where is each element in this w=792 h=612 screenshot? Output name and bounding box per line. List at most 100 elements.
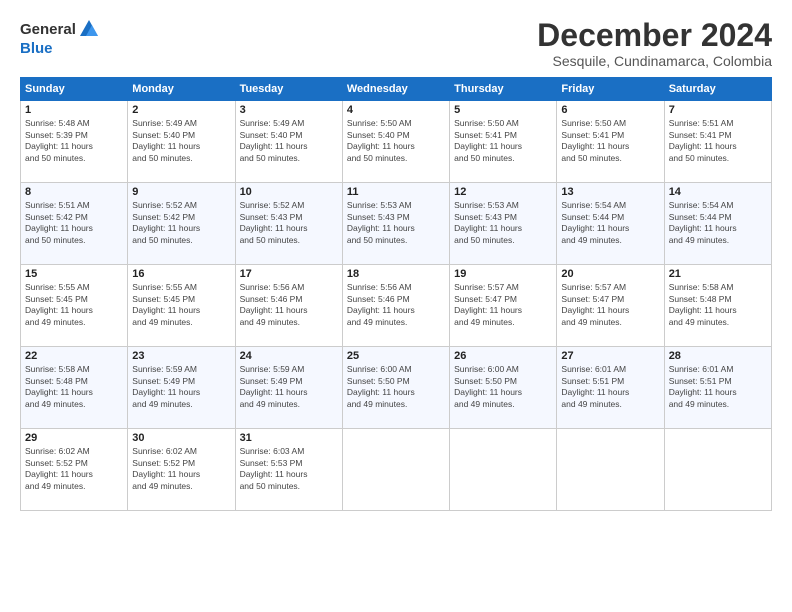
day-number: 17 [240,268,338,280]
day-info: Sunrise: 5:54 AM Sunset: 5:44 PM Dayligh… [561,200,659,246]
day-number: 9 [132,186,230,198]
calendar-cell: 23Sunrise: 5:59 AM Sunset: 5:49 PM Dayli… [128,347,235,429]
calendar-cell: 5 Sunrise: 5:50 AM Sunset: 5:41 PM Daylig… [450,101,557,183]
day-number: 26 [454,350,552,362]
day-info: Sunrise: 5:58 AM Sunset: 5:48 PM Dayligh… [25,364,123,410]
main-title: December 2024 [537,18,772,53]
day-info: Sunrise: 5:59 AM Sunset: 5:49 PM Dayligh… [240,364,338,410]
week-row-1: 1 Sunrise: 5:48 AM Sunset: 5:39 PM Daylig… [21,101,772,183]
day-info: Sunrise: 5:57 AM Sunset: 5:47 PM Dayligh… [561,282,659,328]
day-info: Sunrise: 5:49 AM Sunset: 5:40 PM Dayligh… [132,118,230,164]
calendar-cell [450,429,557,511]
day-info: Sunrise: 5:57 AM Sunset: 5:47 PM Dayligh… [454,282,552,328]
col-header-tuesday: Tuesday [235,78,342,101]
week-row-3: 15Sunrise: 5:55 AM Sunset: 5:45 PM Dayli… [21,265,772,347]
calendar-cell: 8 Sunrise: 5:51 AM Sunset: 5:42 PM Daylig… [21,183,128,265]
day-info: Sunrise: 5:50 AM Sunset: 5:41 PM Dayligh… [454,118,552,164]
day-info: Sunrise: 6:02 AM Sunset: 5:52 PM Dayligh… [132,446,230,492]
day-info: Sunrise: 5:55 AM Sunset: 5:45 PM Dayligh… [25,282,123,328]
day-number: 16 [132,268,230,280]
calendar-cell [557,429,664,511]
calendar-cell: 11Sunrise: 5:53 AM Sunset: 5:43 PM Dayli… [342,183,449,265]
calendar-cell: 4Sunrise: 5:50 AM Sunset: 5:40 PM Daylig… [342,101,449,183]
calendar-cell: 21 Sunrise: 5:58 AM Sunset: 5:48 PM Dayli… [664,265,771,347]
day-number: 2 [132,104,230,116]
calendar-cell: 20 Sunrise: 5:57 AM Sunset: 5:47 PM Dayli… [557,265,664,347]
calendar-cell: 27 Sunrise: 6:01 AM Sunset: 5:51 PM Dayli… [557,347,664,429]
calendar-cell: 9 Sunrise: 5:52 AM Sunset: 5:42 PM Daylig… [128,183,235,265]
day-info: Sunrise: 5:51 AM Sunset: 5:41 PM Dayligh… [669,118,767,164]
day-info: Sunrise: 5:55 AM Sunset: 5:45 PM Dayligh… [132,282,230,328]
day-number: 28 [669,350,767,362]
header: General Blue December 2024 Sesquile, Cun… [20,18,772,69]
day-info: Sunrise: 6:01 AM Sunset: 5:51 PM Dayligh… [669,364,767,410]
calendar-cell [342,429,449,511]
calendar-cell: 30 Sunrise: 6:02 AM Sunset: 5:52 PM Dayli… [128,429,235,511]
day-info: Sunrise: 5:58 AM Sunset: 5:48 PM Dayligh… [669,282,767,328]
day-info: Sunrise: 5:51 AM Sunset: 5:42 PM Dayligh… [25,200,123,246]
day-number: 20 [561,268,659,280]
day-number: 10 [240,186,338,198]
col-header-friday: Friday [557,78,664,101]
day-number: 7 [669,104,767,116]
logo-general-text: General [20,21,76,38]
logo-blue-text: Blue [20,40,53,57]
day-number: 18 [347,268,445,280]
day-info: Sunrise: 5:49 AM Sunset: 5:40 PM Dayligh… [240,118,338,164]
day-info: Sunrise: 6:03 AM Sunset: 5:53 PM Dayligh… [240,446,338,492]
logo-icon [78,18,100,40]
calendar-cell: 26 Sunrise: 6:00 AM Sunset: 5:50 PM Dayli… [450,347,557,429]
calendar-cell: 15Sunrise: 5:55 AM Sunset: 5:45 PM Dayli… [21,265,128,347]
calendar-cell: 17 Sunrise: 5:56 AM Sunset: 5:46 PM Dayli… [235,265,342,347]
day-number: 6 [561,104,659,116]
day-info: Sunrise: 6:00 AM Sunset: 5:50 PM Dayligh… [347,364,445,410]
day-number: 29 [25,432,123,444]
col-header-monday: Monday [128,78,235,101]
calendar-cell: 1 Sunrise: 5:48 AM Sunset: 5:39 PM Daylig… [21,101,128,183]
calendar-cell: 25 Sunrise: 6:00 AM Sunset: 5:50 PM Dayli… [342,347,449,429]
day-info: Sunrise: 5:50 AM Sunset: 5:40 PM Dayligh… [347,118,445,164]
calendar-table: SundayMondayTuesdayWednesdayThursdayFrid… [20,77,772,511]
day-number: 11 [347,186,445,198]
calendar-cell: 28 Sunrise: 6:01 AM Sunset: 5:51 PM Dayli… [664,347,771,429]
header-row: SundayMondayTuesdayWednesdayThursdayFrid… [21,78,772,101]
calendar-cell: 7 Sunrise: 5:51 AM Sunset: 5:41 PM Daylig… [664,101,771,183]
calendar-cell: 29 Sunrise: 6:02 AM Sunset: 5:52 PM Dayli… [21,429,128,511]
day-number: 27 [561,350,659,362]
subtitle: Sesquile, Cundinamarca, Colombia [537,53,772,69]
calendar-cell: 12Sunrise: 5:53 AM Sunset: 5:43 PM Dayli… [450,183,557,265]
day-number: 5 [454,104,552,116]
col-header-saturday: Saturday [664,78,771,101]
day-number: 1 [25,104,123,116]
calendar-cell: 22 Sunrise: 5:58 AM Sunset: 5:48 PM Dayli… [21,347,128,429]
day-number: 23 [132,350,230,362]
page: General Blue December 2024 Sesquile, Cun… [0,0,792,612]
day-info: Sunrise: 6:02 AM Sunset: 5:52 PM Dayligh… [25,446,123,492]
calendar-cell: 2 Sunrise: 5:49 AM Sunset: 5:40 PM Daylig… [128,101,235,183]
day-number: 30 [132,432,230,444]
day-number: 22 [25,350,123,362]
calendar-cell: 24Sunrise: 5:59 AM Sunset: 5:49 PM Dayli… [235,347,342,429]
day-number: 25 [347,350,445,362]
day-info: Sunrise: 6:01 AM Sunset: 5:51 PM Dayligh… [561,364,659,410]
day-number: 12 [454,186,552,198]
calendar-cell: 13Sunrise: 5:54 AM Sunset: 5:44 PM Dayli… [557,183,664,265]
day-number: 21 [669,268,767,280]
day-info: Sunrise: 5:52 AM Sunset: 5:43 PM Dayligh… [240,200,338,246]
day-info: Sunrise: 5:56 AM Sunset: 5:46 PM Dayligh… [347,282,445,328]
day-number: 19 [454,268,552,280]
day-number: 14 [669,186,767,198]
day-number: 8 [25,186,123,198]
calendar-cell: 18 Sunrise: 5:56 AM Sunset: 5:46 PM Dayli… [342,265,449,347]
day-info: Sunrise: 6:00 AM Sunset: 5:50 PM Dayligh… [454,364,552,410]
title-block: December 2024 Sesquile, Cundinamarca, Co… [537,18,772,69]
day-info: Sunrise: 5:56 AM Sunset: 5:46 PM Dayligh… [240,282,338,328]
day-number: 31 [240,432,338,444]
calendar-cell: 10 Sunrise: 5:52 AM Sunset: 5:43 PM Dayli… [235,183,342,265]
day-info: Sunrise: 5:52 AM Sunset: 5:42 PM Dayligh… [132,200,230,246]
day-info: Sunrise: 5:48 AM Sunset: 5:39 PM Dayligh… [25,118,123,164]
calendar-cell: 3 Sunrise: 5:49 AM Sunset: 5:40 PM Daylig… [235,101,342,183]
day-number: 3 [240,104,338,116]
col-header-thursday: Thursday [450,78,557,101]
week-row-4: 22 Sunrise: 5:58 AM Sunset: 5:48 PM Dayli… [21,347,772,429]
